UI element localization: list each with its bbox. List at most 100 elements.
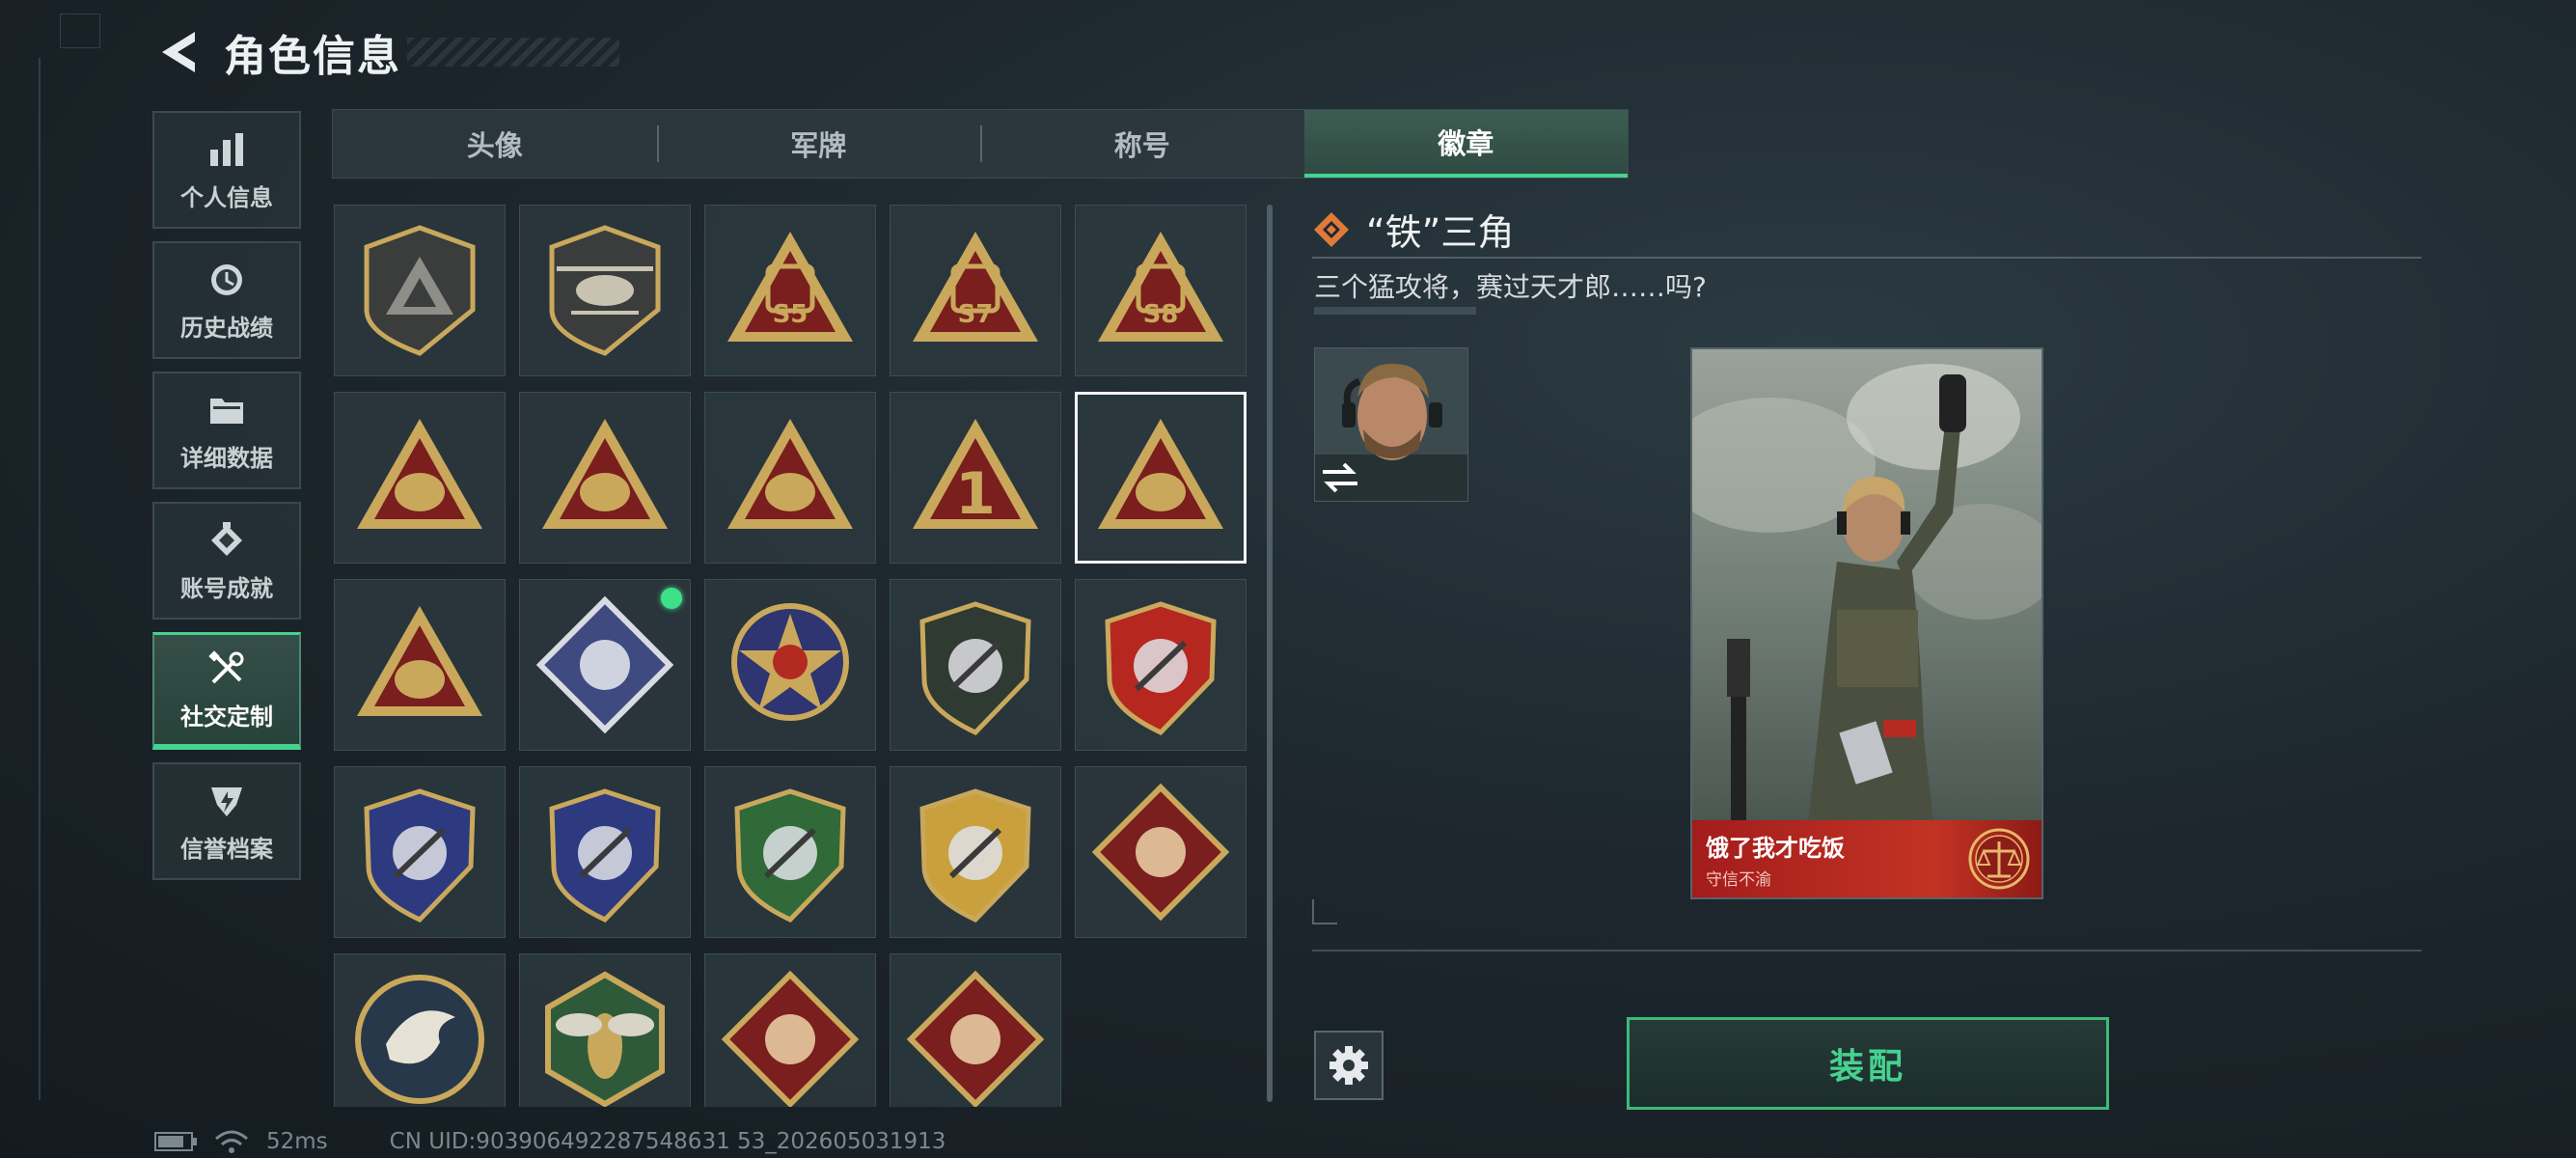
badge-cell[interactable] — [519, 579, 691, 751]
rocket-triangle-badge-icon — [357, 606, 482, 716]
dark-crest-shield-badge-icon — [919, 601, 1031, 736]
sidebar-item-profile[interactable]: 个人信息 — [152, 111, 301, 229]
badge-cell[interactable] — [519, 953, 691, 1107]
sidebar-item-label: 个人信息 — [180, 183, 273, 211]
wasp-hex-badge-icon — [545, 971, 665, 1107]
svg-text:S7: S7 — [958, 300, 994, 329]
svg-text:1: 1 — [955, 460, 996, 528]
badge-cell[interactable] — [704, 766, 876, 938]
sidebar-item-achievements[interactable]: 账号成就 — [152, 502, 301, 620]
back-arrow-icon — [162, 32, 195, 72]
badge-cell[interactable] — [704, 392, 876, 564]
badge-description: 三个猛攻将，赛过天才郎……吗? — [1314, 271, 1707, 303]
tab-dogtag[interactable]: 军牌 — [656, 110, 981, 178]
folder-icon — [206, 389, 248, 431]
badge-cell[interactable] — [890, 953, 1061, 1107]
frame-left-rail — [39, 58, 41, 1100]
s8-season-badge-icon: S8 — [1098, 232, 1223, 342]
corner-decoration — [1312, 899, 1337, 924]
badge-cell[interactable] — [1075, 392, 1247, 564]
diamond-rank-icon — [1314, 211, 1349, 247]
operator-portrait[interactable] — [1314, 347, 1468, 502]
divider — [1312, 257, 2422, 259]
equip-button[interactable]: 装配 — [1627, 1017, 2109, 1110]
blue-rifle-shield-badge-icon — [549, 788, 661, 924]
badge-cell[interactable] — [334, 392, 506, 564]
badge-cell[interactable]: S5 — [704, 205, 876, 376]
title-stripes-decoration — [407, 38, 619, 67]
tri-shield-gray-badge-icon — [364, 225, 476, 356]
frame-corner-decoration — [60, 14, 100, 48]
badge-cell[interactable] — [334, 205, 506, 376]
number-one-triangle-badge-icon: 1 — [913, 419, 1038, 529]
divider — [1312, 950, 2422, 951]
dragon-diamond-badge-icon — [721, 970, 860, 1107]
badge-cell[interactable] — [1075, 579, 1247, 751]
operator-face-triangle-badge-icon — [357, 419, 482, 529]
runner-diamond-badge-icon — [906, 970, 1045, 1107]
s7-season-badge-icon: S7 — [913, 232, 1038, 342]
svg-text:S5: S5 — [773, 300, 808, 329]
achievement-icon — [206, 519, 248, 562]
sidebar-item-label: 历史战绩 — [180, 314, 273, 342]
sidebar-item-label: 详细数据 — [180, 444, 273, 472]
category-tabs: 头像 军牌 称号 徽章 — [332, 109, 1629, 179]
reputation-shield-icon — [206, 780, 248, 822]
tools-icon — [206, 648, 248, 690]
settings-button[interactable] — [1314, 1031, 1384, 1100]
badge-cell[interactable]: S7 — [890, 205, 1061, 376]
badge-cell[interactable] — [519, 392, 691, 564]
badge-cell[interactable] — [334, 953, 506, 1107]
description-underline — [1314, 307, 1476, 315]
sidebar-item-reputation[interactable]: 信誉档案 — [152, 762, 301, 880]
badge-grid: S5 S7 S8 1 — [334, 205, 1250, 1107]
operator-card-artwork — [1692, 349, 2042, 897]
network-ping: 52ms — [266, 1129, 328, 1154]
sidebar-item-details[interactable]: 详细数据 — [152, 372, 301, 489]
badge-detail-header: “铁”三角 — [1312, 203, 1514, 256]
battery-icon — [154, 1132, 197, 1151]
new-indicator-dot — [661, 588, 682, 609]
helicopter-shield-badge-icon — [549, 225, 661, 356]
sidebar-item-label: 社交定制 — [180, 703, 273, 731]
page-header: 角色信息 — [154, 21, 619, 83]
gear-icon — [1329, 1046, 1368, 1085]
badge-cell[interactable] — [890, 766, 1061, 938]
iron-triangle-badge-icon — [1098, 419, 1223, 529]
badge-cell[interactable] — [334, 579, 506, 751]
clock-history-icon — [206, 259, 248, 301]
badge-cell[interactable]: S8 — [1075, 205, 1247, 376]
badge-cell[interactable] — [519, 205, 691, 376]
badge-grid-scrollbar[interactable] — [1267, 205, 1273, 1102]
badge-cell[interactable] — [1075, 766, 1247, 938]
crossed-guns-triangle-badge-icon — [542, 419, 668, 529]
operator-nameplate: 饿了我才吃饭 守信不渝 — [1692, 820, 2042, 897]
bar-chart-icon — [206, 128, 248, 171]
svg-text:S8: S8 — [1143, 300, 1179, 329]
tab-title[interactable]: 称号 — [980, 110, 1304, 178]
eagle-round-badge-icon — [355, 975, 484, 1104]
sidebar-item-history[interactable]: 历史战绩 — [152, 241, 301, 359]
wolf-diamond-badge-icon — [1091, 783, 1230, 922]
badge-cell[interactable] — [704, 953, 876, 1107]
tab-badge[interactable]: 徽章 — [1303, 110, 1628, 178]
badge-cell[interactable] — [890, 579, 1061, 751]
player-uid: CN UID:903906492287548631 53_20260503191… — [389, 1129, 946, 1154]
sidebar: 个人信息 历史战绩 详细数据 账号成就 社交定制 信誉档案 — [152, 111, 301, 893]
gold-sword-shield-badge-icon — [919, 788, 1031, 924]
wifi-icon — [215, 1130, 248, 1153]
s5-season-badge-icon: S5 — [727, 232, 853, 342]
helmet-triangle-badge-icon — [727, 419, 853, 529]
winged-crest-shield-badge-icon — [1105, 601, 1217, 736]
swap-icon — [1323, 462, 1357, 493]
star-compass-badge-icon — [731, 603, 849, 721]
tab-avatar[interactable]: 头像 — [333, 110, 657, 178]
badge-cell[interactable] — [519, 766, 691, 938]
badge-cell[interactable] — [334, 766, 506, 938]
sidebar-item-social-custom[interactable]: 社交定制 — [152, 632, 301, 750]
back-button[interactable] — [154, 27, 205, 77]
justice-scale-icon — [1968, 828, 2030, 890]
badge-cell[interactable]: 1 — [890, 392, 1061, 564]
badge-cell[interactable] — [704, 579, 876, 751]
badge-name: “铁”三角 — [1366, 211, 1515, 254]
